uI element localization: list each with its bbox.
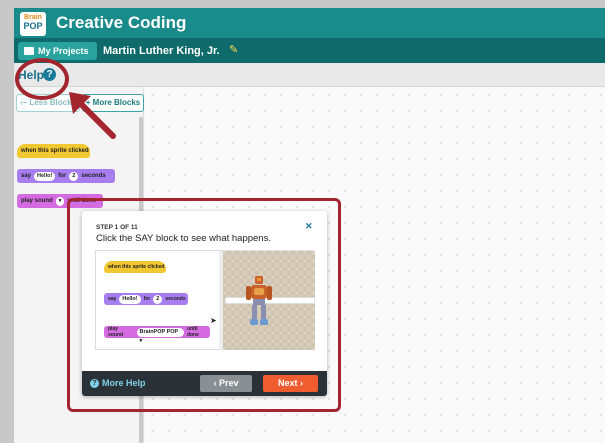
dialog-footer: ? More Help ‹ Prev Next › [82, 371, 327, 396]
tutorial-dialog: STEP 1 OF 11 Click the SAY block to see … [82, 211, 327, 396]
pencil-icon[interactable]: ✎ [229, 43, 238, 56]
next-button[interactable]: Next › [263, 375, 318, 392]
block-text: say [108, 296, 117, 302]
block-text: seconds [165, 296, 186, 302]
say-block[interactable]: say Hello! for 2 seconds [17, 169, 115, 183]
step-counter: STEP 1 OF 11 [96, 224, 138, 231]
tutorial-demo-image: when this sprite clicked say Hello! for … [95, 250, 315, 350]
block-text: say [21, 173, 32, 179]
top-header: Brain POP Creative Coding [14, 8, 605, 38]
more-help-label: More Help [102, 378, 146, 388]
app-window: Brain POP Creative Coding My Projects Ma… [14, 8, 605, 443]
my-projects-label: My Projects [38, 46, 89, 56]
say-text-input[interactable]: Hello! [34, 171, 56, 181]
block-text: play sound [21, 198, 53, 204]
project-name: Martin Luther King, Jr. [103, 45, 220, 57]
demo-say-text: Hello! [119, 294, 141, 304]
block-text: for [143, 296, 151, 302]
prev-button[interactable]: ‹ Prev [200, 375, 252, 392]
question-circle-icon: ? [90, 378, 99, 388]
folder-icon [24, 47, 34, 55]
annotation-arrow-icon [69, 92, 116, 139]
block-text: seconds [81, 173, 106, 179]
robot-sprite-icon [246, 276, 272, 325]
demo-sound-block: play sound BrainPOP POP ▾ until done [104, 326, 210, 344]
app-title: Creative Coding [56, 13, 187, 32]
block-text: when this sprite clicked [108, 264, 165, 270]
logo-line-2: POP [23, 21, 43, 31]
my-projects-button[interactable]: My Projects [18, 42, 97, 60]
block-text: play sound [108, 326, 123, 338]
help-bar: Help ? [14, 63, 605, 87]
block-text: until done [186, 326, 199, 338]
demo-hat-block: when this sprite clicked [104, 261, 166, 273]
sound-dropdown[interactable]: ▾ [55, 196, 65, 206]
close-icon[interactable]: ✕ [305, 221, 313, 232]
when-sprite-clicked-block[interactable]: when this sprite clicked [17, 144, 90, 158]
block-text: for [58, 173, 67, 179]
say-seconds-input[interactable]: 2 [69, 171, 79, 181]
demo-sound-name: BrainPOP POP ▾ [136, 327, 184, 344]
demo-say-seconds: 2 [153, 294, 163, 304]
project-bar: My Projects Martin Luther King, Jr. ✎ [14, 38, 605, 63]
block-text: when this sprite clicked [21, 148, 89, 154]
mouse-cursor-icon: ➤ [210, 316, 217, 325]
annotation-circle [15, 58, 69, 100]
demo-say-block: say Hello! for 2 seconds [104, 293, 188, 305]
more-help-link[interactable]: ? More Help [90, 378, 146, 388]
step-instruction: Click the SAY block to see what happens. [96, 233, 271, 244]
brainpop-logo[interactable]: Brain POP [20, 12, 46, 36]
